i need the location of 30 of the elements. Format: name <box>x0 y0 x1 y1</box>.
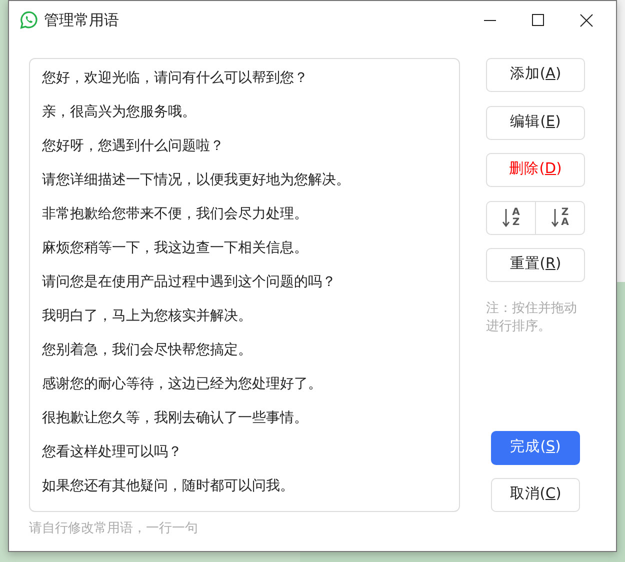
phrase-item[interactable]: 感谢您的耐心等待，这边已经为您处理好了。 <box>42 367 459 401</box>
phrase-item[interactable]: 您看这样处理可以吗？ <box>42 435 459 469</box>
hint-text: 请自行修改常用语，一行一句 <box>28 520 199 538</box>
action-button[interactable]: 添加(A) <box>486 58 585 92</box>
action-button[interactable]: 重置(R) <box>486 248 585 282</box>
action-button[interactable]: 取消(C) <box>491 478 580 512</box>
phrase-item[interactable]: 您好呀，您遇到什么问题啦？ <box>42 129 459 163</box>
phrase-item[interactable]: 请您详细描述一下情况，以便我更好地为您解决。 <box>42 163 459 197</box>
phrase-item[interactable]: 非常抱歉给您带来不便，我们会尽力处理。 <box>42 197 459 231</box>
window-title: 管理常用语 <box>44 10 119 31</box>
action-button[interactable]: 编辑(E) <box>486 106 585 140</box>
phrase-item[interactable]: 如果您还有其他疑问，随时都可以问我。 <box>42 469 459 503</box>
note-text: 注：按住并拖动进行排序。 <box>486 300 578 336</box>
phrase-list[interactable] <box>29 58 460 512</box>
delete-button[interactable]: 删除(D) <box>486 153 585 187</box>
phrase-item[interactable]: 您别着急，我们会尽快帮您搞定。 <box>42 333 459 367</box>
close-icon <box>580 14 592 26</box>
phrase-item[interactable]: 您好，欢迎光临，请问有什么可以帮到您？ <box>42 61 459 95</box>
action-button[interactable]: 完成(S) <box>491 430 580 464</box>
phrase-item[interactable]: 亲，很高兴为您服务哦。 <box>42 95 459 129</box>
phrase-item[interactable]: 请问您是在使用产品过程中遇到这个问题的吗？ <box>42 265 459 299</box>
chat-bubble-icon <box>20 11 38 29</box>
phrase-item[interactable]: 麻烦您稍等一下，我这边查一下相关信息。 <box>42 231 459 265</box>
phrase-item[interactable]: 我明白了，马上为您核实并解决。 <box>42 299 459 333</box>
down-arrow-icon <box>502 208 510 228</box>
sort-button[interactable]: A Z <box>486 200 536 234</box>
sort-button[interactable]: Z A <box>536 200 585 234</box>
phrase-item[interactable]: 很抱歉让您久等，我刚去确认了一些事情。 <box>42 401 459 435</box>
maximize-icon <box>532 14 544 26</box>
down-arrow-icon <box>551 208 560 228</box>
